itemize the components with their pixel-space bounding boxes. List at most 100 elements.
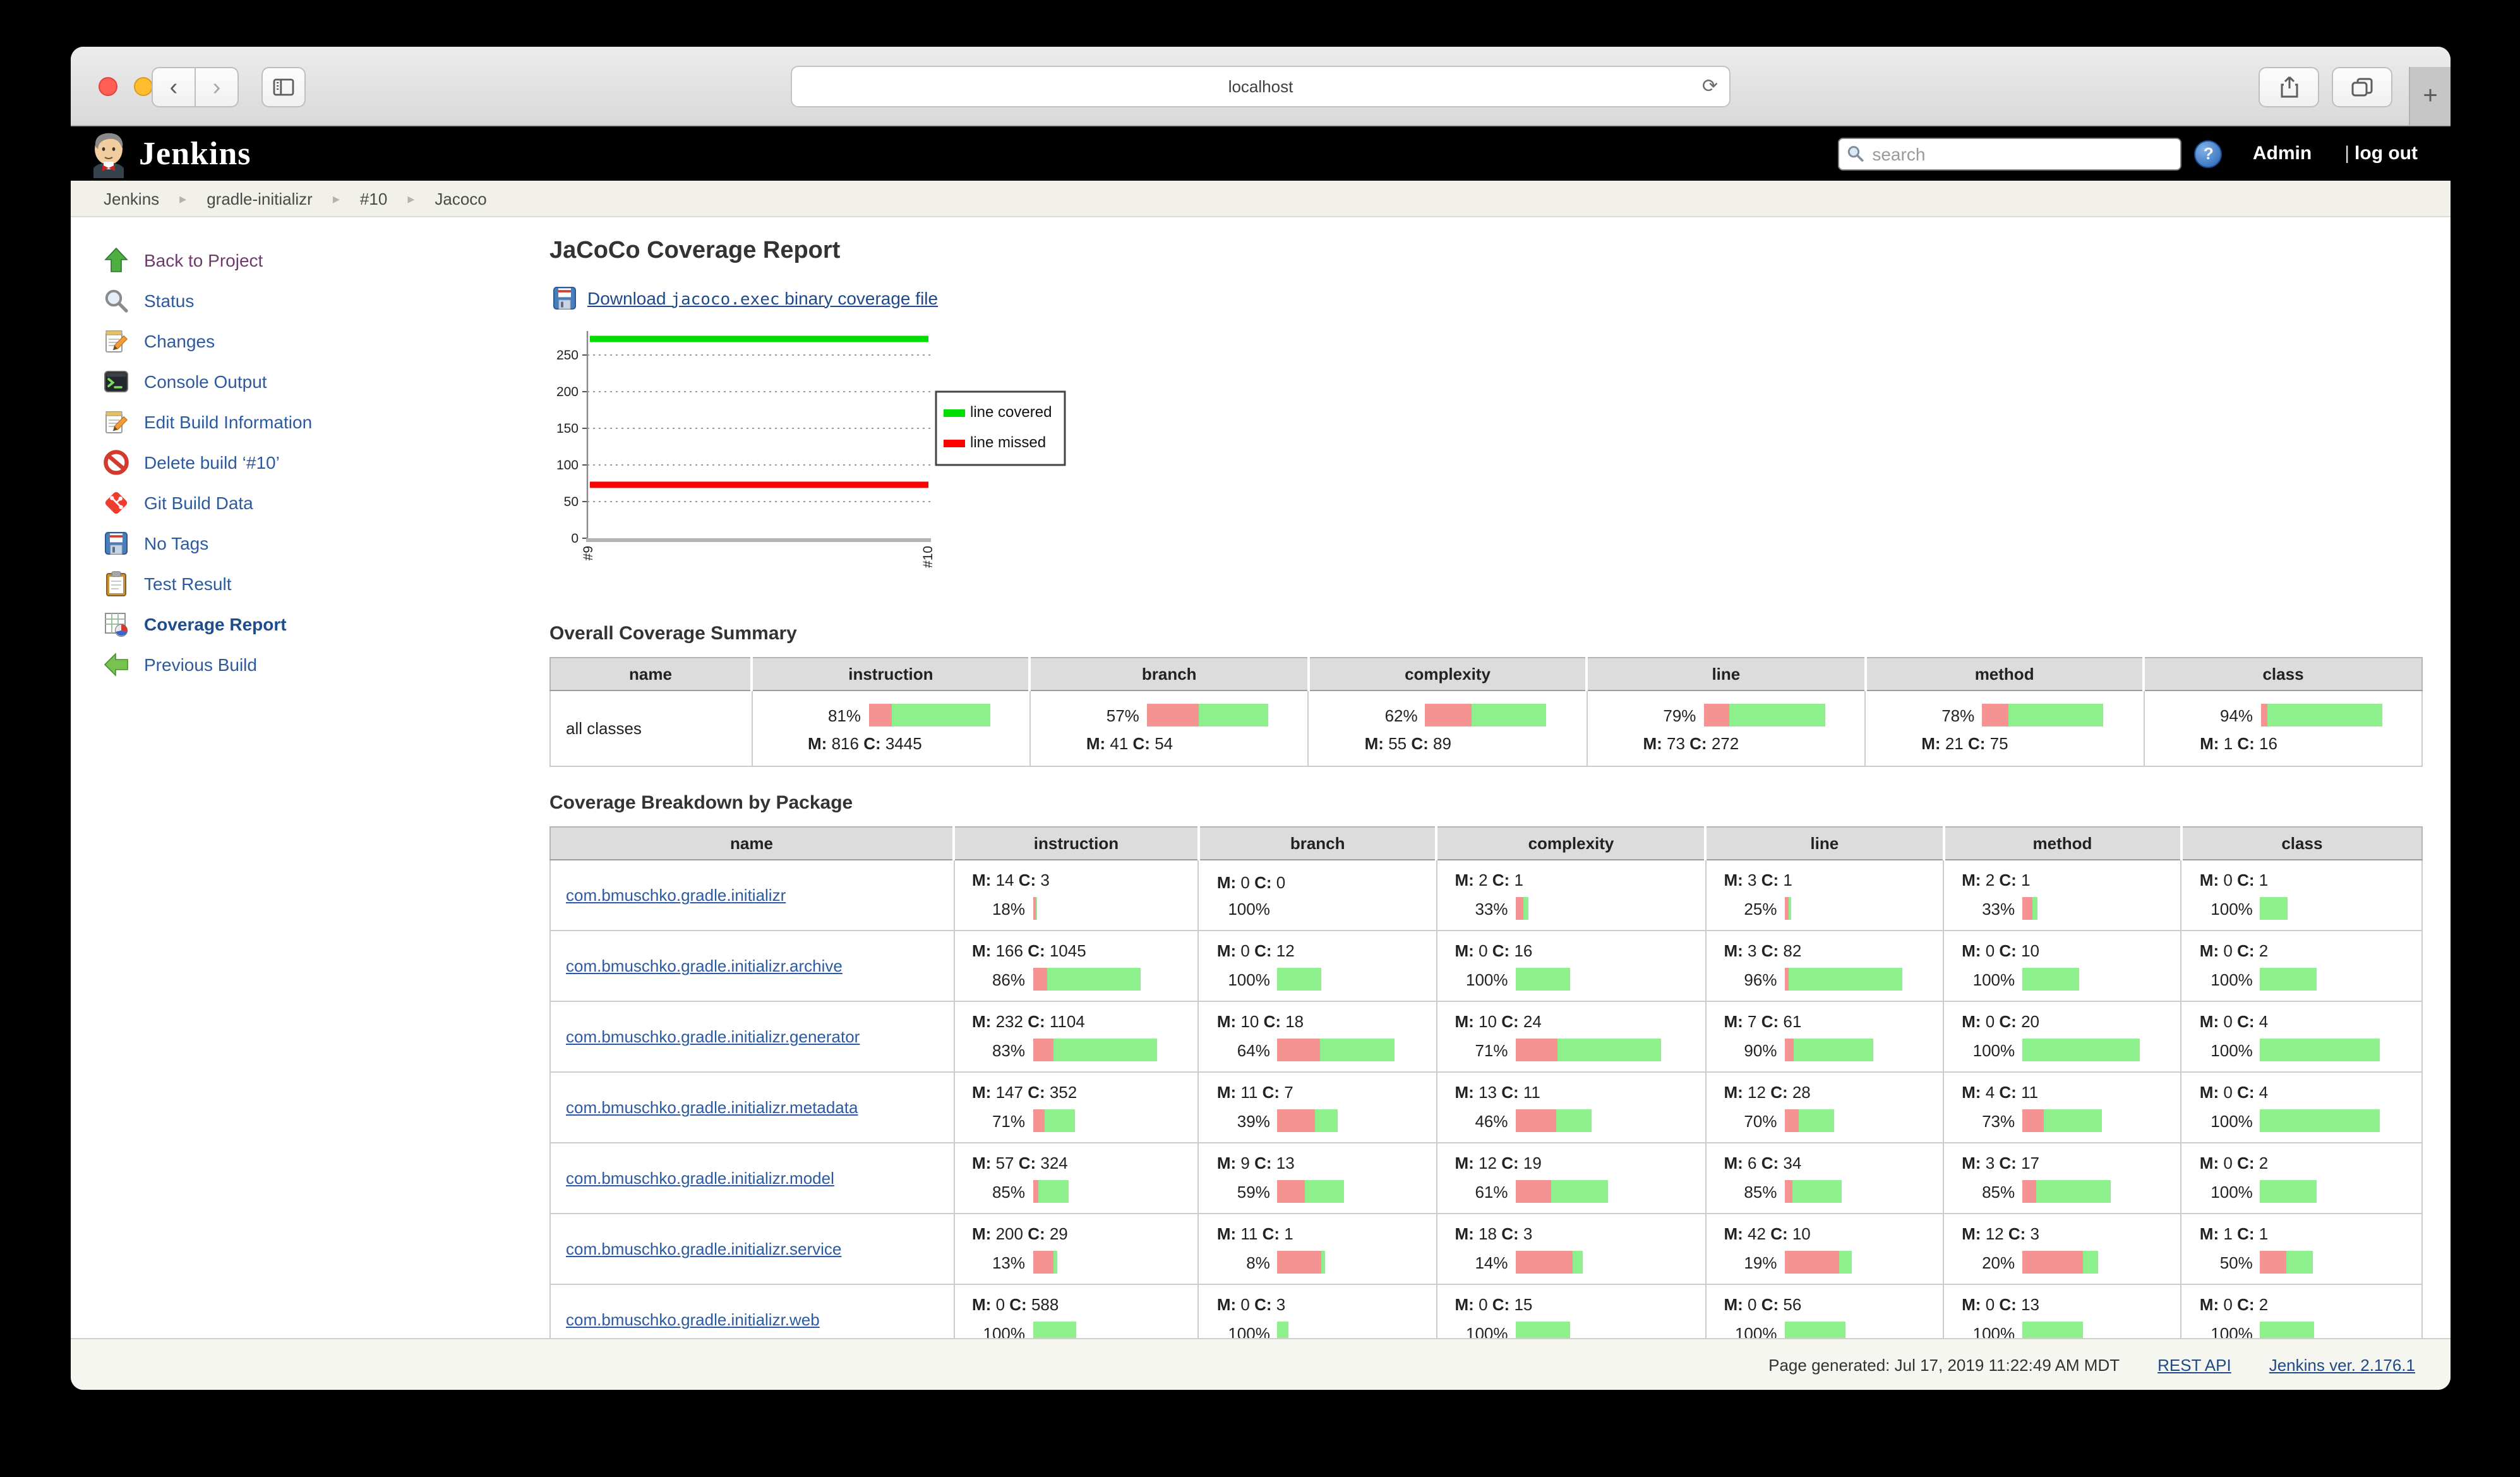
package-link[interactable]: com.bmuschko.gradle.initializr.generator <box>566 1027 860 1046</box>
missed-bar-segment <box>1033 968 1048 991</box>
jenkins-header: Jenkins ? Admin |log out <box>71 126 2451 181</box>
missed-bar-segment <box>2022 897 2032 920</box>
new-tab-button[interactable]: + <box>2409 67 2451 125</box>
coverage-percent: 79% <box>1640 706 1696 725</box>
help-icon[interactable]: ? <box>2195 140 2223 167</box>
floppy-icon <box>551 284 579 312</box>
package-metric-cell: M: 200 C: 2913% <box>954 1214 1199 1284</box>
missed-covered-values: M: 57 C: 324 <box>972 1154 1183 1173</box>
rest-api-link[interactable]: REST API <box>2157 1355 2231 1374</box>
page-content: Back to ProjectStatusChanges Console Outp… <box>71 217 2451 1370</box>
summary-metric-cell: 81%M: 816 C: 3445 <box>752 690 1030 766</box>
sidebar-item-back-to-project[interactable]: Back to Project <box>101 240 549 280</box>
summary-row-name: all classes <box>550 690 752 766</box>
svg-text:100: 100 <box>556 458 579 473</box>
breadcrumb-item[interactable]: Jenkins <box>104 189 159 208</box>
logout-link[interactable]: |log out <box>2344 143 2418 164</box>
missed-bar-segment <box>2022 1251 2083 1274</box>
address-bar[interactable]: localhost ⟳ <box>791 66 1731 107</box>
breadcrumb-item[interactable]: gradle-initializr <box>207 189 313 208</box>
package-metric-cell: M: 1 C: 150% <box>2181 1214 2422 1284</box>
close-window-button[interactable] <box>99 77 117 96</box>
back-button[interactable]: ‹ <box>152 67 196 107</box>
sidebar-item-coverage-report[interactable]: Coverage Report <box>101 604 549 644</box>
missed-covered-values: M: 4 C: 11 <box>1962 1083 2166 1102</box>
coverage-percent: 86% <box>969 970 1025 989</box>
package-link[interactable]: com.bmuschko.gradle.initializr <box>566 886 786 905</box>
coverage-bar <box>1033 1109 1074 1132</box>
jenkins-version-link[interactable]: Jenkins ver. 2.176.1 <box>2269 1355 2415 1374</box>
package-link[interactable]: com.bmuschko.gradle.initializr.archive <box>566 956 843 975</box>
coverage-percent: 100% <box>1453 970 1508 989</box>
missed-bar-segment <box>1425 704 1472 726</box>
sidebar-item-label: Console Output <box>144 371 267 392</box>
package-link[interactable]: com.bmuschko.gradle.initializr.model <box>566 1169 834 1188</box>
coverage-bar-row: 100% <box>2197 1039 2406 1061</box>
package-link[interactable]: com.bmuschko.gradle.initializr.metadata <box>566 1098 858 1117</box>
coverage-bar-row: 57% <box>1046 704 1293 726</box>
coverage-percent: 39% <box>1215 1111 1270 1130</box>
column-header-branch: branch <box>1199 827 1437 860</box>
download-link[interactable]: Download jacoco.exec binary coverage fil… <box>587 287 938 309</box>
tabs-overview-button[interactable] <box>2332 67 2392 107</box>
package-metric-cell: M: 3 C: 125% <box>1705 860 1943 931</box>
missed-bar-segment <box>1033 1180 1038 1203</box>
summary-metric-cell: 62%M: 55 C: 89 <box>1309 690 1587 766</box>
coverage-percent: 100% <box>2197 1182 2253 1201</box>
column-header-class: class <box>2144 658 2422 690</box>
sidebar-item-previous-build[interactable]: Previous Build <box>101 644 549 685</box>
package-name-cell: com.bmuschko.gradle.initializr.metadata <box>550 1072 954 1143</box>
jenkins-brand[interactable]: Jenkins <box>88 130 251 178</box>
package-link[interactable]: com.bmuschko.gradle.initializr.web <box>566 1310 820 1329</box>
coverage-bar <box>1278 1251 1326 1274</box>
sidebar-item-status[interactable]: Status <box>101 280 549 321</box>
coverage-percent: 64% <box>1215 1040 1270 1059</box>
floppy-icon <box>102 529 130 557</box>
reload-icon[interactable]: ⟳ <box>1702 75 1718 97</box>
forward-button[interactable]: › <box>196 67 239 107</box>
share-button[interactable] <box>2259 67 2319 107</box>
notepad-icon <box>101 407 131 437</box>
column-header-complexity: complexity <box>1309 658 1587 690</box>
missed-covered-values: M: 0 C: 12 <box>1217 941 1421 960</box>
sidebar-item-console-output[interactable]: Console Output <box>101 361 549 402</box>
missed-bar-segment <box>1982 704 2008 726</box>
coverage-percent: 90% <box>1721 1040 1777 1059</box>
missed-covered-values: M: 42 C: 10 <box>1724 1224 1928 1243</box>
coverage-bar-row: 90% <box>1721 1039 1928 1061</box>
package-link[interactable]: com.bmuschko.gradle.initializr.service <box>566 1239 841 1258</box>
sidebar-item-edit-build-information[interactable]: Edit Build Information <box>101 402 549 442</box>
missed-covered-values: M: 0 C: 2 <box>2200 941 2406 960</box>
search-box[interactable] <box>1839 137 2182 170</box>
missed-covered-values: M: 3 C: 17 <box>1962 1154 2166 1173</box>
missed-bar-segment <box>1516 1039 1558 1061</box>
coverage-percent: 100% <box>2197 1111 2253 1130</box>
sidebar-item-delete-build-10[interactable]: Delete build ‘#10’ <box>101 442 549 483</box>
coverage-percent: 33% <box>1959 899 2015 918</box>
terminal-icon <box>102 368 130 395</box>
coverage-bar <box>1516 897 1528 920</box>
coverage-percent: 8% <box>1215 1253 1270 1272</box>
coverage-percent: 70% <box>1721 1111 1777 1130</box>
missed-covered-values: M: 0 C: 2 <box>2200 1154 2406 1173</box>
missed-covered-values: M: 18 C: 3 <box>1455 1224 1690 1243</box>
breadcrumb-item[interactable]: Jacoco <box>435 189 486 208</box>
sidebar-item-changes[interactable]: Changes <box>101 321 549 361</box>
sidebar-toggle-button[interactable] <box>261 67 306 107</box>
coverage-bar <box>2022 1039 2140 1061</box>
sidebar-item-test-result[interactable]: Test Result <box>101 564 549 604</box>
coverage-bar <box>1784 1039 1873 1061</box>
missed-covered-values: M: 14 C: 3 <box>972 871 1183 889</box>
coverage-bar-row: 78% <box>1881 704 2128 726</box>
search-input[interactable] <box>1869 142 2173 165</box>
sidebar-icon <box>273 78 294 96</box>
minimize-window-button[interactable] <box>134 77 153 96</box>
floppy-icon <box>549 283 580 313</box>
floppy-icon <box>101 528 131 558</box>
sidebar-item-no-tags[interactable]: No Tags <box>101 523 549 564</box>
breadcrumb-item[interactable]: #10 <box>360 189 387 208</box>
coverage-bar-row: 25% <box>1721 897 1928 920</box>
sidebar-item-git-build-data[interactable]: Git Build Data <box>101 483 549 523</box>
user-link[interactable]: Admin <box>2253 143 2312 164</box>
missed-bar-segment <box>1784 1180 1793 1203</box>
